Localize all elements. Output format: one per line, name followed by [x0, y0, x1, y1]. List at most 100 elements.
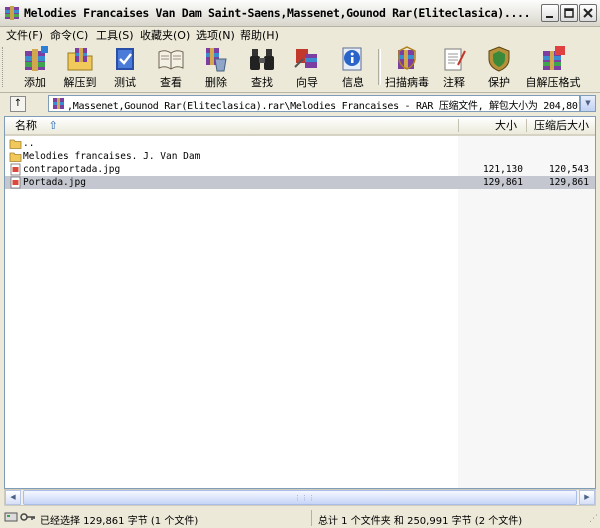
- add-button[interactable]: 添加: [13, 45, 57, 89]
- menu-file[interactable]: 文件(F): [6, 27, 43, 43]
- list-item-file-selected[interactable]: Portada.jpg 129,861 129,861: [5, 176, 595, 189]
- find-label: 查找: [251, 76, 273, 89]
- rar-archive-icon: [53, 98, 64, 109]
- file-size: 129,861: [482, 177, 523, 188]
- binoculars-icon: [250, 49, 274, 70]
- test-label: 测试: [114, 76, 136, 89]
- test-button[interactable]: 测试: [103, 45, 147, 89]
- list-item-parent[interactable]: ..: [5, 137, 595, 150]
- folder-icon: [9, 139, 22, 149]
- column-name-label: 名称: [15, 119, 37, 132]
- file-size: 121,130: [482, 164, 523, 175]
- virus-scan-button[interactable]: 扫描病毒: [382, 45, 432, 89]
- sfx-label: 自解压格式: [525, 76, 581, 89]
- winrar-app-icon[interactable]: [4, 5, 20, 21]
- file-packed-size: 120,543: [548, 164, 589, 175]
- column-divider[interactable]: [458, 119, 459, 132]
- chevron-right-icon: ▶: [584, 493, 590, 501]
- add-books-icon: [25, 46, 48, 71]
- menu-favorites[interactable]: 收藏夹(O): [140, 27, 190, 43]
- title-bar: Melodies Francaises Van Dam Saint-Saens,…: [0, 0, 600, 27]
- extract-folder-icon: [67, 48, 93, 71]
- shield-icon: [488, 46, 510, 72]
- window-title: Melodies Francaises Van Dam Saint-Saens,…: [24, 6, 531, 20]
- view-label: 查看: [160, 76, 182, 89]
- file-name: Melodies francaises. J. Van Dam: [23, 151, 201, 162]
- toolbar-grip[interactable]: [2, 47, 6, 87]
- column-header: 名称 ⇧ 大小 压缩后大小: [5, 117, 595, 136]
- close-icon: [583, 8, 593, 18]
- column-name[interactable]: 名称 ⇧: [15, 117, 58, 134]
- total-status: 总计 1 个文件夹 和 250,991 字节 (2 个文件): [318, 516, 523, 527]
- address-path: ,Massenet,Gounod Rar(Eliteclasica).rar\M…: [67, 101, 580, 112]
- info-icon: [342, 47, 362, 71]
- folder-icon: [9, 152, 22, 162]
- chevron-left-icon: ◀: [10, 493, 16, 501]
- extract-to-button[interactable]: 解压到: [58, 45, 102, 89]
- scroll-right-button[interactable]: ▶: [579, 490, 595, 505]
- delete-icon: [206, 48, 227, 72]
- comment-icon: [444, 48, 466, 71]
- minimize-button[interactable]: [541, 4, 559, 22]
- sfx-archive-icon: [543, 46, 565, 70]
- selection-status: 已经选择 129,861 字节 (1 个文件): [40, 516, 199, 527]
- maximize-button[interactable]: [560, 4, 578, 22]
- list-item-folder[interactable]: Melodies francaises. J. Van Dam: [5, 150, 595, 163]
- toolbar: 添加 解压到 测试 查看 删除 查找 向导 信息 扫描病毒 注释 保护 自解压格…: [0, 43, 600, 90]
- add-label: 添加: [24, 76, 46, 89]
- virus-scan-label: 扫描病毒: [385, 76, 429, 89]
- column-size[interactable]: 大小: [495, 117, 517, 134]
- virus-scan-icon: [398, 46, 416, 70]
- column-packed-label: 压缩后大小: [534, 119, 589, 132]
- view-book-icon: [158, 50, 184, 70]
- key-icon: [20, 513, 35, 521]
- menu-help[interactable]: 帮助(H): [240, 27, 279, 43]
- protect-button[interactable]: 保护: [477, 45, 521, 89]
- file-list[interactable]: 名称 ⇧ 大小 压缩后大小 .. Melodies francaises. J.…: [4, 116, 596, 489]
- find-button[interactable]: 查找: [240, 45, 284, 89]
- address-field[interactable]: ,Massenet,Gounod Rar(Eliteclasica).rar\M…: [48, 95, 580, 112]
- menu-options[interactable]: 选项(N): [196, 27, 235, 43]
- menu-bar: 文件(F) 命令(C) 工具(S) 收藏夹(O) 选项(N) 帮助(H): [0, 26, 600, 43]
- comment-label: 注释: [443, 76, 465, 89]
- minimize-icon: [546, 16, 553, 18]
- column-divider[interactable]: [526, 119, 527, 132]
- delete-label: 删除: [205, 76, 227, 89]
- column-packed[interactable]: 压缩后大小: [534, 117, 589, 134]
- wizard-label: 向导: [296, 76, 318, 89]
- wizard-icon: [294, 49, 317, 68]
- up-arrow-icon: ↑: [13, 98, 23, 109]
- view-button[interactable]: 查看: [149, 45, 193, 89]
- status-bar: 已经选择 129,861 字节 (1 个文件) 总计 1 个文件夹 和 250,…: [0, 508, 600, 528]
- info-button[interactable]: 信息: [331, 45, 375, 89]
- file-name: Portada.jpg: [23, 177, 86, 188]
- image-file-icon: [10, 176, 21, 189]
- sfx-button[interactable]: 自解压格式: [524, 45, 582, 89]
- address-bar: ↑ ,Massenet,Gounod Rar(Eliteclasica).rar…: [0, 92, 600, 115]
- horizontal-scrollbar[interactable]: ◀ ⋮⋮⋮ ▶: [4, 489, 596, 506]
- sort-ascending-icon: ⇧: [48, 119, 58, 132]
- address-dropdown-button[interactable]: ▼: [580, 95, 596, 112]
- toolbar-separator: [378, 49, 381, 85]
- delete-button[interactable]: 删除: [194, 45, 238, 89]
- maximize-icon: [564, 8, 574, 18]
- comment-button[interactable]: 注释: [432, 45, 476, 89]
- close-button[interactable]: [579, 4, 597, 22]
- test-book-icon: [116, 48, 134, 70]
- resize-grip-icon[interactable]: ⋰: [589, 514, 598, 524]
- file-name: ..: [23, 138, 35, 149]
- grip-icon: ⋮⋮⋮: [294, 494, 315, 502]
- menu-tools[interactable]: 工具(S): [96, 27, 134, 43]
- column-size-label: 大小: [495, 119, 517, 132]
- wizard-button[interactable]: 向导: [285, 45, 329, 89]
- info-label: 信息: [342, 76, 364, 89]
- list-item-file[interactable]: contraportada.jpg 121,130 120,543: [5, 163, 595, 176]
- scroll-thumb[interactable]: ⋮⋮⋮: [23, 490, 577, 505]
- status-divider: [311, 510, 312, 526]
- file-name: contraportada.jpg: [23, 164, 121, 175]
- menu-commands[interactable]: 命令(C): [50, 27, 88, 43]
- up-level-button[interactable]: ↑: [10, 96, 26, 112]
- scroll-left-button[interactable]: ◀: [5, 490, 21, 505]
- extract-to-label: 解压到: [63, 76, 97, 89]
- protect-label: 保护: [488, 76, 510, 89]
